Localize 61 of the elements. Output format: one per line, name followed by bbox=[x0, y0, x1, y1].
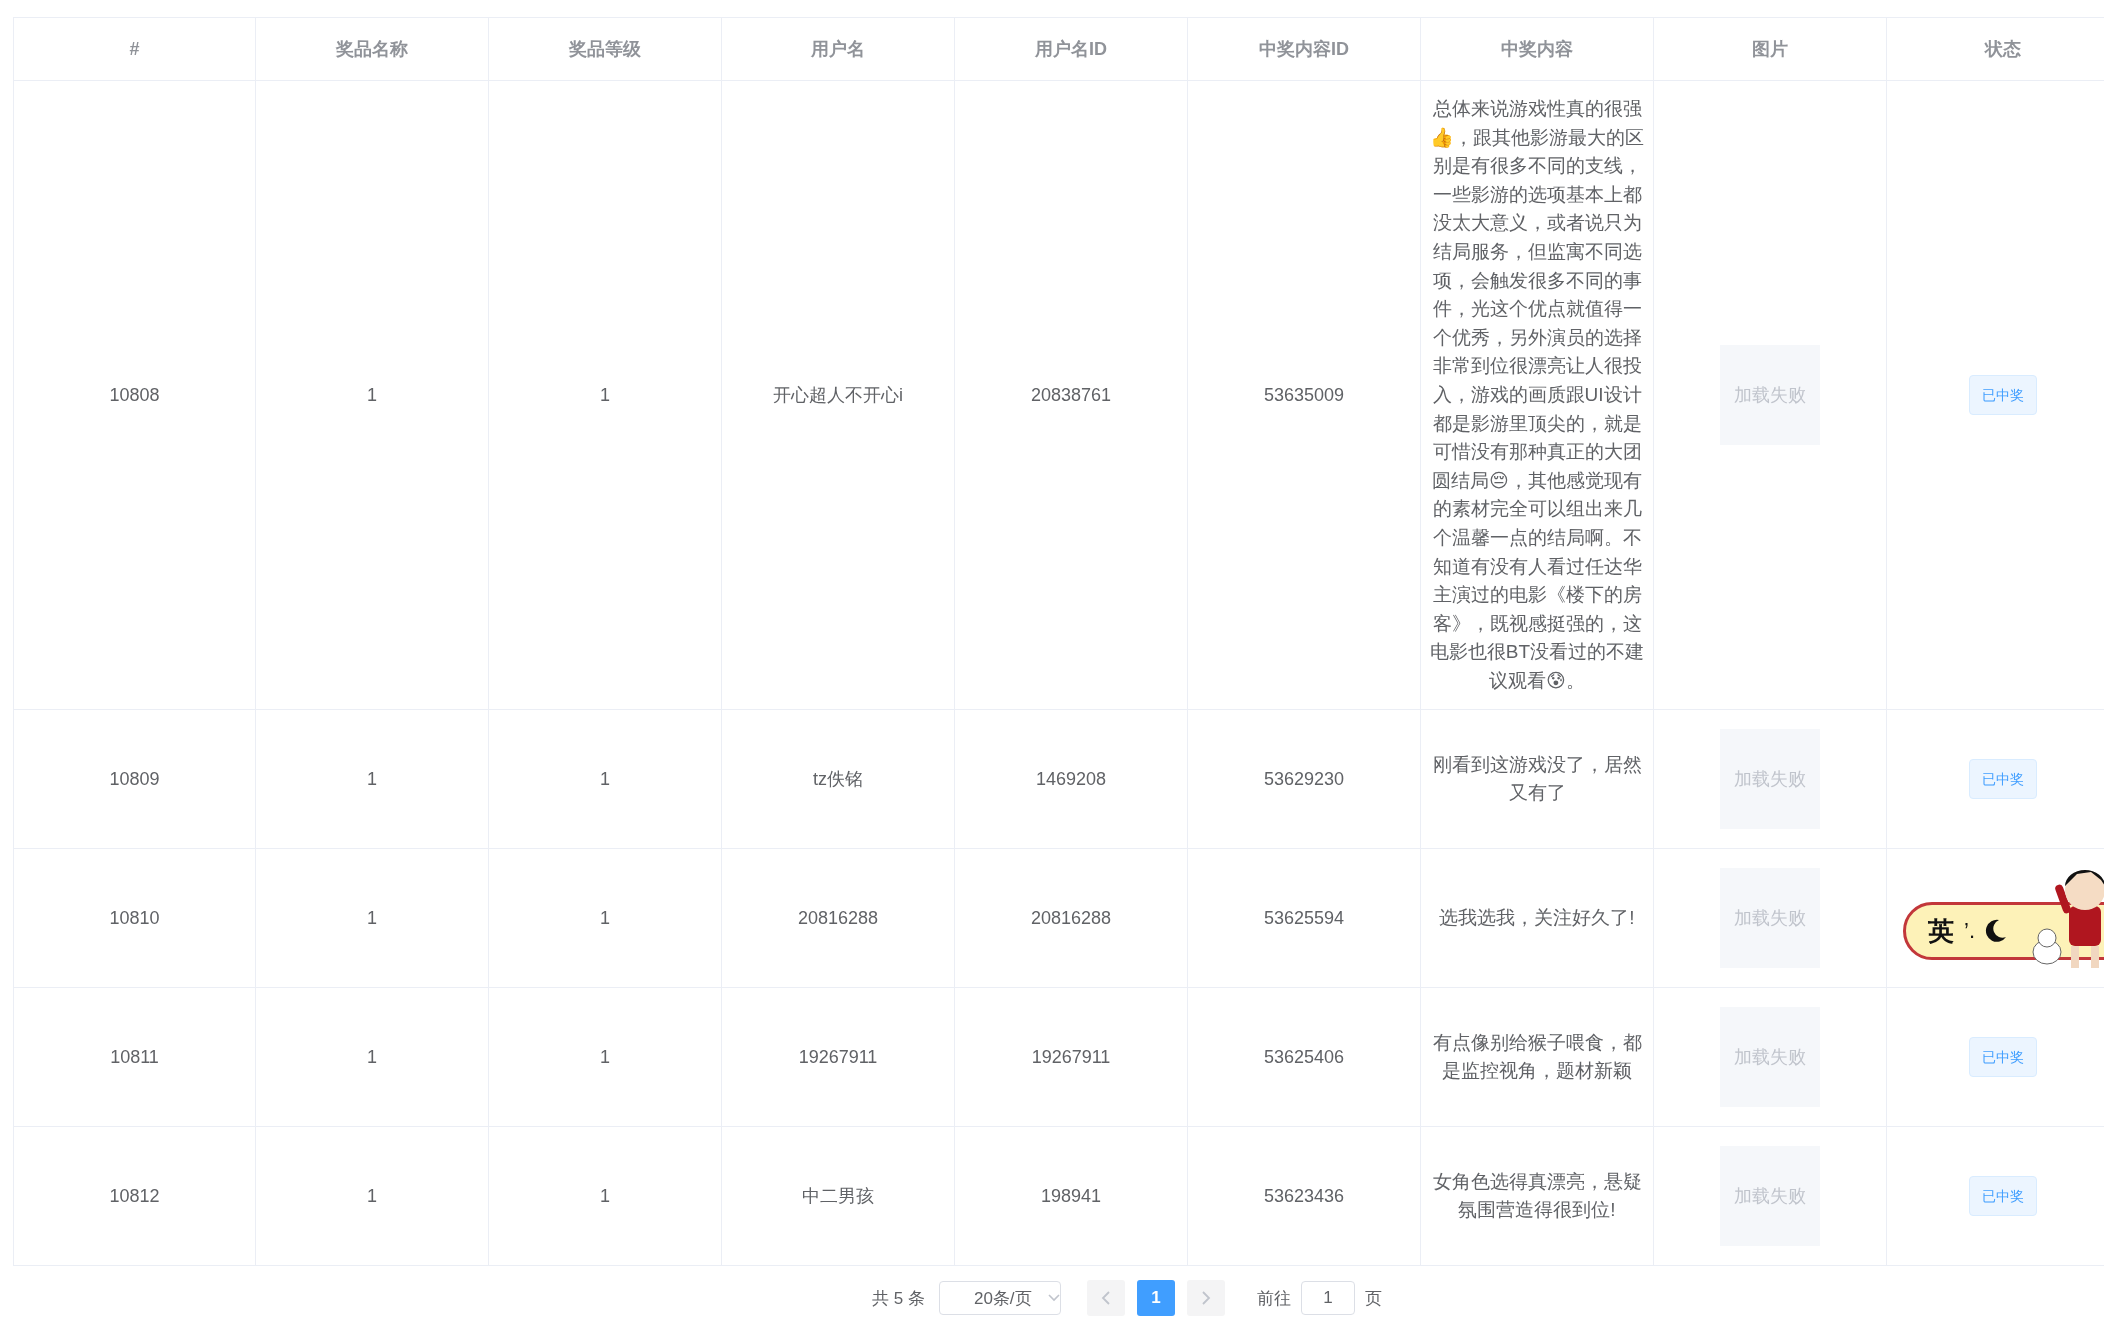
column-header: 奖品名称 bbox=[255, 17, 489, 81]
total-count: 共 5 条 bbox=[872, 1287, 925, 1310]
table-cell: 1 bbox=[367, 1185, 377, 1206]
comment-text: 选我选我，关注好久了! bbox=[1439, 907, 1635, 929]
column-header: 中奖内容ID bbox=[1187, 17, 1421, 81]
table-cell: 1 bbox=[367, 768, 377, 789]
table-cell: 53623436 bbox=[1263, 1185, 1345, 1206]
table-cell: 53635009 bbox=[1263, 384, 1345, 405]
table-cell: 1 bbox=[367, 907, 377, 928]
status-tag: 已中奖 bbox=[1969, 375, 2037, 416]
comment-text: 刚看到这游戏没了，居然又有了 bbox=[1432, 753, 1642, 804]
table-cell: 10808 bbox=[109, 384, 160, 405]
table-cell: 19267911 bbox=[798, 1046, 878, 1067]
table-cell: 53629230 bbox=[1263, 768, 1345, 789]
column-header: 图片 bbox=[1653, 17, 1887, 81]
page-size-select[interactable]: 20条/页 bbox=[938, 1281, 1061, 1316]
column-header: 用户名ID bbox=[954, 17, 1188, 81]
table-cell: 10811 bbox=[110, 1046, 159, 1067]
column-header: 用户名 bbox=[721, 17, 955, 81]
chevron-right-icon bbox=[1200, 1291, 1211, 1306]
table-cell: 19267911 bbox=[1031, 1046, 1111, 1067]
table-cell: 10809 bbox=[109, 768, 160, 789]
page-unit: 页 bbox=[1364, 1287, 1382, 1310]
column-header: # bbox=[13, 17, 256, 81]
comment-text: 总体来说游戏性真的很强👍，跟其他影游最大的区别是有很多不同的支线，一些影游的选项基本上都没太大意义，或者说只为结局服务，但监寓不同选项，会触发很多不同的事件，光这个优点就值得一个优秀，另外演员的选择非常到位很漂亮让人很投入，游戏的画质跟UI设计都是影游里顶尖的，就是可惜没有那种真正的大团圆结局😔，其他感觉现有的素材完全可以组出来几个温馨一点的结局啊。不知道有没有人看过任达华主演过的电影《楼下的房客》，既视感挺强的，这电影也很BT没看过的不建议观看😰。 bbox=[1429, 98, 1645, 691]
moon-icon bbox=[1985, 919, 2007, 943]
input-mode-label: 英 bbox=[1928, 914, 1954, 948]
table-cell: 1 bbox=[367, 1046, 377, 1067]
table-cell: 1469208 bbox=[1035, 768, 1107, 789]
table-cell: 10810 bbox=[109, 907, 160, 928]
next-page-button[interactable] bbox=[1186, 1280, 1225, 1317]
chevron-left-icon bbox=[1100, 1291, 1111, 1306]
comment-text: 有点像别给猴子喂食，都是监控视角，题材新颖 bbox=[1432, 1031, 1642, 1082]
comment-text: 女角色选得真漂亮，悬疑氛围营造得很到位! bbox=[1432, 1170, 1642, 1221]
table-cell: 1 bbox=[600, 907, 610, 928]
status-tag: 已中奖 bbox=[1969, 759, 2037, 800]
table-cell: 1 bbox=[367, 384, 377, 405]
table-cell: 20816288 bbox=[797, 907, 879, 928]
column-header: 奖品等级 bbox=[488, 17, 722, 81]
table-cell: 1 bbox=[600, 768, 610, 789]
status-tag: 已中奖 bbox=[1969, 1037, 2037, 1078]
table-cell: 20816288 bbox=[1030, 907, 1112, 928]
column-header: 中奖内容 bbox=[1420, 17, 1654, 81]
table-cell: tz佚铭 bbox=[813, 769, 863, 790]
caret-icon bbox=[1047, 1294, 1060, 1303]
table-cell: 1 bbox=[600, 1046, 610, 1067]
page-input[interactable]: 1 bbox=[1300, 1281, 1355, 1316]
status-tag: 已中奖 bbox=[1969, 1176, 2037, 1217]
column-header: 状态 bbox=[1886, 17, 2104, 81]
table-cell: 53625406 bbox=[1263, 1046, 1345, 1067]
table-cell: 20838761 bbox=[1030, 384, 1112, 405]
table-cell: 1 bbox=[600, 384, 610, 405]
table-cell: 10812 bbox=[109, 1185, 160, 1206]
table-cell: 198941 bbox=[1040, 1185, 1102, 1206]
punctuation-mode: ’. bbox=[1964, 918, 1975, 944]
table-cell: 53625594 bbox=[1263, 907, 1345, 928]
table-cell: 中二男孩 bbox=[802, 1186, 874, 1207]
table-cell: 开心超人不开心i bbox=[773, 385, 903, 406]
table-cell: 1 bbox=[600, 1185, 610, 1206]
goto-label: 前往 bbox=[1256, 1287, 1291, 1310]
previous-page-button[interactable] bbox=[1086, 1280, 1125, 1317]
